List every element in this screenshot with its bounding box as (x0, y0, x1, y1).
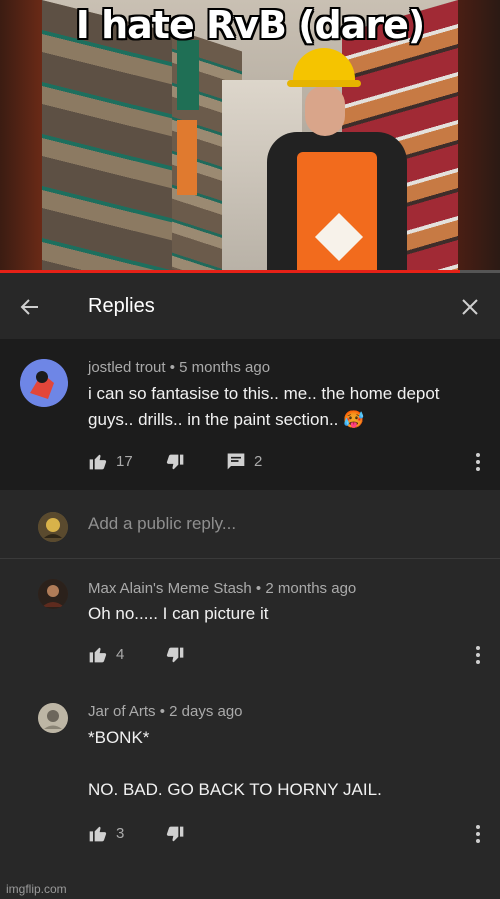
hard-hat (293, 48, 355, 84)
comment-meta: jostled trout • 5 months ago (88, 359, 271, 376)
replies-button[interactable]: 2 (226, 451, 262, 471)
comment-text: i can so fantasise to this.. me.. the ho… (88, 384, 440, 429)
aisle-sign-green (177, 40, 199, 110)
comment-author[interactable]: Jar of Arts (88, 703, 156, 720)
thumbs-down-icon (166, 647, 184, 663)
close-icon[interactable] (458, 295, 482, 319)
like-button[interactable]: 17 (88, 451, 133, 471)
comment-text: Oh no..... I can picture it (88, 604, 269, 623)
comment-age: 2 months ago (265, 580, 357, 597)
avatar[interactable] (38, 579, 68, 609)
meme-caption: I hate RvB (dare) (75, 3, 426, 47)
more-options-icon[interactable] (476, 825, 480, 843)
reply-count: 2 (254, 452, 263, 470)
thumbs-down-icon (166, 454, 184, 470)
face (305, 86, 345, 136)
reply-input[interactable]: Add a public reply... (88, 514, 236, 534)
arrow-left-icon[interactable] (18, 295, 42, 319)
header-title: Replies (88, 295, 155, 317)
like-button[interactable]: 4 (88, 644, 124, 664)
dislike-button[interactable] (165, 453, 185, 473)
like-count: 17 (116, 452, 133, 470)
user-avatar (38, 512, 68, 542)
like-button[interactable]: 3 (88, 823, 124, 843)
like-count: 3 (116, 824, 125, 842)
comment-text: *BONK* NO. BAD. GO BACK TO HORNY JAIL. (88, 728, 382, 799)
comment-meta: Max Alain's Meme Stash • 2 months ago (88, 580, 357, 597)
comment-author[interactable]: jostled trout (88, 359, 166, 376)
aisle-sign-orange (177, 120, 197, 195)
employee-figure (267, 40, 417, 272)
thumbs-up-icon (89, 454, 107, 470)
thumbs-up-icon (89, 647, 107, 663)
more-options-icon[interactable] (476, 646, 480, 664)
comment-icon (227, 453, 245, 470)
comment-author[interactable]: Max Alain's Meme Stash (88, 580, 252, 597)
thumbs-up-icon (89, 826, 107, 842)
reply-input-bar[interactable] (0, 490, 500, 559)
hard-hat-brim (287, 80, 361, 87)
thumbs-down-icon (166, 826, 184, 842)
dislike-button[interactable] (165, 825, 185, 845)
comment-age: 2 days ago (169, 703, 243, 720)
meme-image: I hate RvB (dare) (0, 0, 500, 272)
more-options-icon[interactable] (476, 453, 480, 471)
watermark: imgflip.com (6, 882, 67, 896)
replies-header: Replies (0, 273, 500, 339)
avatar[interactable] (20, 359, 68, 407)
comment-age: 5 months ago (179, 359, 271, 376)
like-count: 4 (116, 645, 125, 663)
dislike-button[interactable] (165, 646, 185, 666)
replies-list: Max Alain's Meme Stash • 2 months ago Oh… (0, 559, 500, 899)
comment-meta: Jar of Arts • 2 days ago (88, 703, 243, 720)
parent-comment: jostled trout • 5 months ago i can so fa… (0, 339, 500, 490)
avatar[interactable] (38, 703, 68, 733)
